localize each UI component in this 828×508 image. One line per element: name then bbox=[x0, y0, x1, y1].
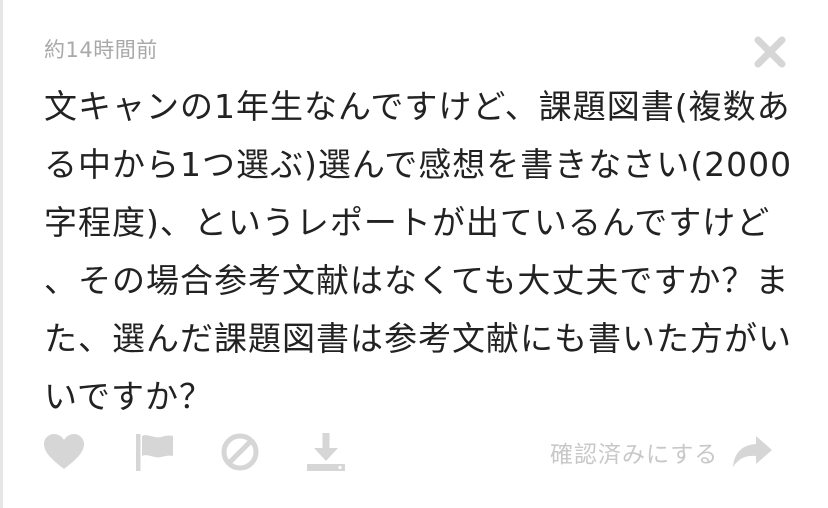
mark-confirmed-label: 確認済みにする bbox=[550, 442, 719, 468]
save-button[interactable] bbox=[304, 430, 348, 474]
download-icon bbox=[307, 433, 345, 471]
mark-confirmed-button[interactable]: 確認済みにする bbox=[550, 430, 774, 474]
question-card: 約14時間前 文キャンの1年生なんですけど、課題図書(複数あ る中から1つ選ぶ)… bbox=[0, 0, 828, 508]
report-button[interactable] bbox=[132, 430, 176, 474]
block-icon bbox=[221, 433, 259, 471]
heart-icon bbox=[44, 434, 84, 469]
close-icon bbox=[754, 36, 786, 68]
post-timestamp: 約14時間前 bbox=[44, 38, 158, 62]
question-body: 文キャンの1年生なんですけど、課題図書(複数あ る中から1つ選ぶ)選んで感想を書… bbox=[44, 87, 793, 416]
close-button[interactable] bbox=[752, 34, 788, 70]
action-bar: 確認済みにする bbox=[0, 426, 828, 476]
block-button[interactable] bbox=[218, 430, 262, 474]
flag-icon bbox=[136, 434, 173, 471]
reply-arrow-icon bbox=[730, 432, 774, 472]
like-button[interactable] bbox=[42, 430, 86, 474]
